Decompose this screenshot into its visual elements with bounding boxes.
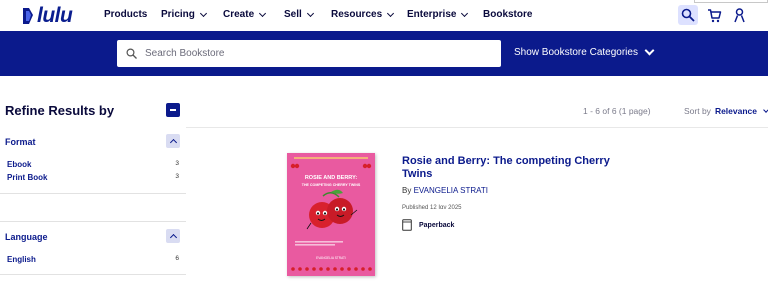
nav-label: Products [104, 9, 148, 20]
published-date: Published 12 Ιαν 2025 [402, 205, 462, 211]
chevron-down-icon [306, 9, 314, 17]
collapse-all-filters-button[interactable] [166, 103, 180, 117]
nav-label: Create [223, 9, 255, 20]
chevron-down-icon [763, 106, 768, 113]
nav-products[interactable]: Products [104, 9, 147, 20]
book-cover[interactable]: ROSIE AND BERRY: THE COMPETING CHERRY TW… [287, 153, 375, 276]
facet-item-label: Ebook [7, 160, 32, 169]
facet-item-count: 3 [175, 160, 179, 167]
cart-button[interactable] [704, 5, 724, 25]
format-label: Paperback [419, 221, 455, 229]
facet-title-language: Language [5, 232, 48, 242]
nav-pricing[interactable]: Pricing [161, 9, 207, 20]
facet-divider [0, 221, 186, 222]
lulu-logo[interactable]: lulu [21, 4, 73, 28]
facet-item-count: 6 [175, 255, 179, 262]
nav-resources[interactable]: Resources [331, 9, 395, 20]
facet-title-format: Format [5, 137, 36, 147]
nav-label: Pricing [161, 9, 195, 20]
nav-label: Enterprise [407, 9, 457, 20]
facet-divider [0, 193, 186, 194]
chevron-down-icon [644, 45, 655, 56]
cart-icon [707, 8, 721, 22]
bookstore-search-band: Show Bookstore Categories [0, 31, 768, 76]
book-cover-art: ROSIE AND BERRY: THE COMPETING CHERRY TW… [287, 153, 375, 276]
sort-control[interactable]: Sort by Relevance [684, 106, 768, 116]
show-categories-label: Show Bookstore Categories [514, 47, 638, 58]
cover-subheading: THE COMPETING CHERRY TWINS [302, 183, 361, 187]
author-link[interactable]: EVANGELIA STRATI [414, 186, 488, 195]
facet-item-english[interactable]: English 6 [7, 255, 179, 264]
lulu-logo-icon [23, 8, 33, 24]
facet-item-ebook[interactable]: Ebook 3 [7, 160, 179, 169]
search-icon [681, 8, 695, 22]
facet-item-label: Print Book [7, 173, 48, 182]
search-icon [126, 48, 137, 59]
language-facet-collapse-button[interactable] [166, 229, 180, 243]
nav-label: Sell [284, 9, 302, 20]
user-icon [733, 7, 745, 22]
sort-value[interactable]: Relevance [715, 106, 757, 116]
nav-label: Bookstore [483, 9, 533, 20]
chevron-down-icon [259, 9, 267, 17]
search-toggle-button[interactable] [678, 5, 698, 25]
show-categories-toggle[interactable]: Show Bookstore Categories [514, 45, 655, 58]
bookstore-search-input[interactable] [145, 48, 485, 59]
facet-item-count: 3 [175, 173, 179, 180]
nav-create[interactable]: Create [223, 9, 267, 20]
cover-heading: ROSIE AND BERRY: [305, 175, 358, 181]
facet-divider [0, 274, 186, 275]
nav-bookstore[interactable]: Bookstore [483, 9, 532, 20]
facet-item-label: English [7, 255, 36, 264]
chevron-down-icon [461, 9, 469, 17]
cover-author: EVANGELIA STRATI [316, 256, 346, 260]
chevron-down-icon [199, 9, 207, 17]
nav-label: Resources [331, 9, 383, 20]
nav-sell[interactable]: Sell [284, 9, 314, 20]
window-edge [694, 0, 768, 3]
facet-item-print-book[interactable]: Print Book 3 [7, 173, 179, 182]
sort-label: Sort by [684, 106, 711, 116]
account-button[interactable] [729, 5, 749, 25]
bookstore-search-box[interactable] [117, 40, 501, 67]
chevron-down-icon [387, 9, 395, 17]
book-title-link[interactable]: Rosie and Berry: The competing Cherry Tw… [402, 155, 642, 181]
nav-enterprise[interactable]: Enterprise [407, 9, 469, 20]
top-navigation: lulu Products Pricing Create Sell Resour… [0, 0, 768, 31]
format-badge[interactable]: Paperback [402, 219, 454, 231]
refine-results-title: Refine Results by [5, 103, 115, 118]
results-divider [186, 127, 768, 128]
paperback-book-icon [402, 219, 412, 231]
author-prefix: By [402, 186, 412, 195]
book-author-line: By EVANGELIA STRATI [402, 186, 488, 195]
results-count: 1 - 6 of 6 (1 page) [583, 106, 651, 116]
logo-text: lulu [37, 4, 73, 27]
format-facet-collapse-button[interactable] [166, 134, 180, 148]
